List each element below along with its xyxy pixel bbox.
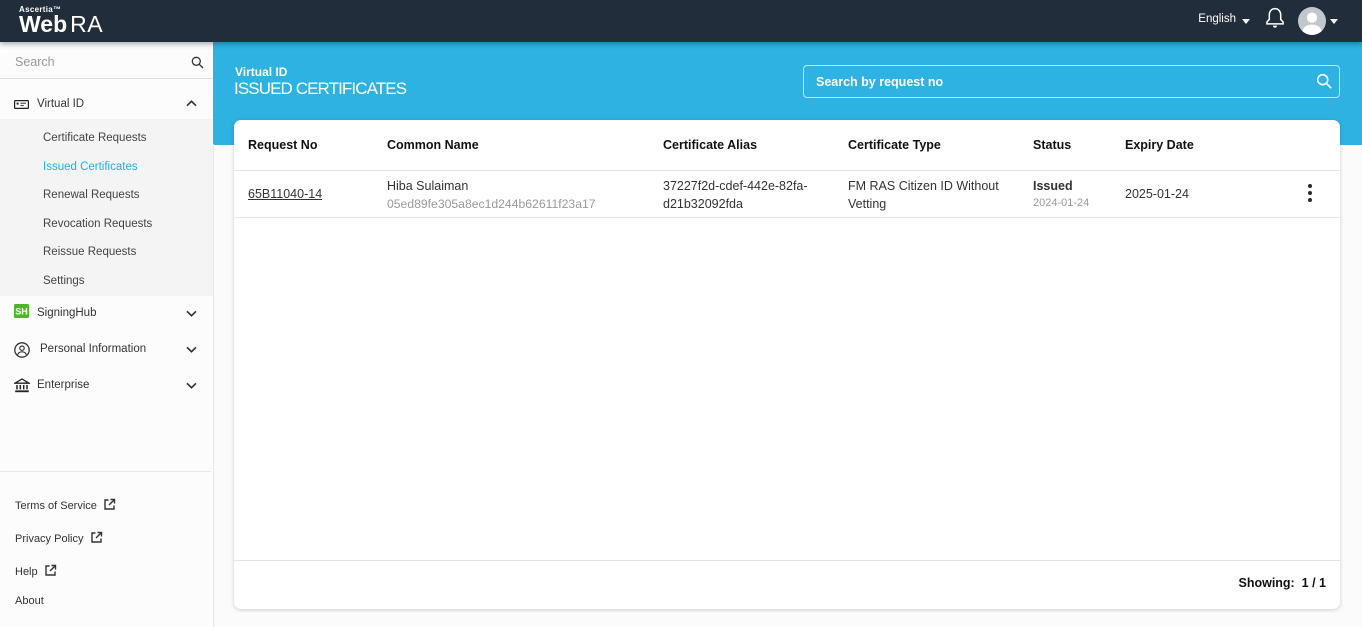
- svg-text:SH: SH: [15, 307, 28, 317]
